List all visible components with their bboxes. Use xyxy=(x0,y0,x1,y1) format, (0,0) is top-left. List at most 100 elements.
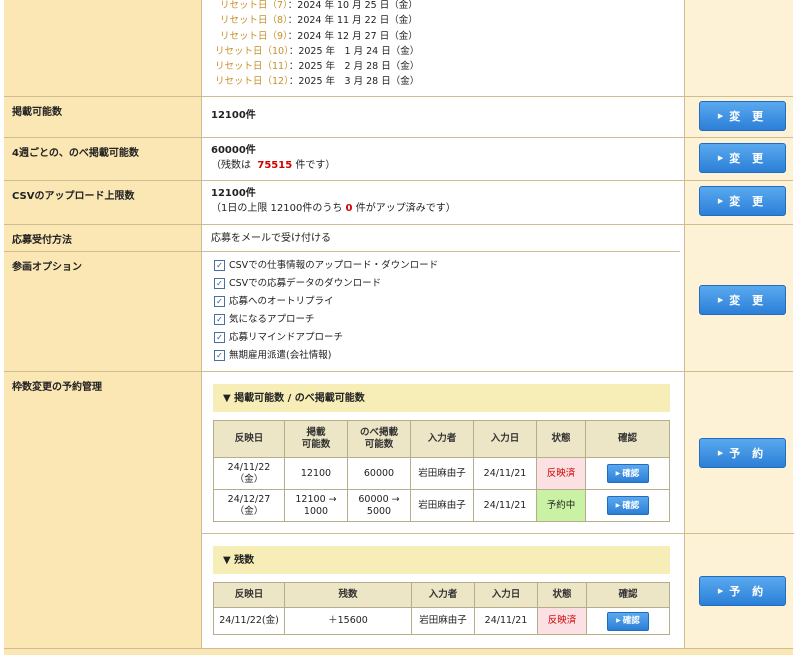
cell-user: 岩田麻由子 xyxy=(410,457,474,490)
checkbox-checked-icon: ✓ xyxy=(214,331,225,343)
col-header: 入力日 xyxy=(473,420,537,458)
divider xyxy=(685,533,794,534)
weekly-count-row: 4週ごとの、のべ掲載可能数 60000件 （残数は 75515 件です） ▶ 変 … xyxy=(4,138,793,180)
reset-dates-action-cell xyxy=(684,0,793,96)
triangle-right-icon: ▶ xyxy=(615,469,621,477)
csv-limit-value: 12100件 （1日の上限 12100件のうち 0 件がアップ済みです） xyxy=(202,181,684,224)
checkbox-checked-icon: ✓ xyxy=(214,295,225,307)
postable-reservation-table: 反映日 掲載 可能数 のべ掲載 可能数 入力者 入力日 状態 確認 24/11/… xyxy=(213,420,670,522)
reset-date-7: リセット日（7）：2024 年 10 月 25 日（金） xyxy=(220,0,418,11)
confirm-button[interactable]: ▶ 確認 xyxy=(606,464,649,483)
checkbox-checked-icon: ✓ xyxy=(214,313,225,325)
change-csv-button[interactable]: ▶ 変 更 xyxy=(699,186,786,216)
reservation-label: 枠数変更の予約管理 xyxy=(4,372,202,648)
triangle-right-icon: ▶ xyxy=(615,501,621,509)
reserve-postable-button[interactable]: ▶ 予 約 xyxy=(699,438,786,468)
col-header: 確認 xyxy=(585,420,670,458)
cell-entry-date: 24/11/21 xyxy=(473,489,537,522)
change-button-label: 変 更 xyxy=(729,195,768,208)
change-options-button[interactable]: ▶ 変 更 xyxy=(699,285,786,315)
checkbox-checked-icon: ✓ xyxy=(214,349,225,361)
change-postable-button[interactable]: ▶ 変 更 xyxy=(699,101,786,131)
col-header: 掲載 可能数 xyxy=(284,420,348,458)
divider xyxy=(202,533,684,534)
reserve-remaining-button[interactable]: ▶ 予 約 xyxy=(699,576,786,606)
option-item: ✓ 気になるアプローチ xyxy=(214,310,675,328)
col-header: のべ掲載 可能数 xyxy=(347,420,411,458)
reservation-content: ▼ 掲載可能数 / のべ掲載可能数 反映日 掲載 可能数 のべ掲載 可能数 入力… xyxy=(202,372,684,648)
cell-user: 岩田麻由子 xyxy=(411,607,475,635)
reset-date-9: リセット日（9）：2024 年 12 月 27 日（金） xyxy=(220,30,418,42)
cell-entry-date: 24/11/21 xyxy=(473,457,537,490)
postable-count-label: 掲載可能数 xyxy=(4,97,202,137)
option-item: ✓ CSVでの仕事情報のアップロード・ダウンロード xyxy=(214,256,675,274)
option-item: ✓ CSVでの応募データのダウンロード xyxy=(214,274,675,292)
cell-confirm: ▶ 確認 xyxy=(585,489,670,522)
weekly-remaining-note: （残数は 75515 件です） xyxy=(211,160,336,171)
remaining-reservation-table: 反映日 残数 入力者 入力日 状態 確認 24/11/22(金) ＋15600 … xyxy=(213,582,670,635)
cell-date: 24/12/27 （金） xyxy=(213,489,285,522)
weekly-remaining-number: 75515 xyxy=(257,160,293,171)
reset-date-lines: リセット日（7）：2024 年 10 月 25 日（金） リセット日（8）：20… xyxy=(215,0,419,90)
postable-count-action-cell: ▶ 変 更 xyxy=(684,97,793,137)
options-label: 参画オプション xyxy=(4,252,202,371)
cell-confirm: ▶ 確認 xyxy=(586,607,670,635)
cell-confirm: ▶ 確認 xyxy=(585,457,670,490)
reserve-button-label: 予 約 xyxy=(729,585,768,598)
cell-posts: 12100 → 1000 xyxy=(284,489,348,522)
option-item: ✓ 応募リマインドアプローチ xyxy=(214,328,675,346)
reset-date-11: リセット日（11）：2025 年 2 月 28 日（金） xyxy=(215,61,420,73)
weekly-count-number: 60000件 xyxy=(211,145,256,156)
account-settings-panel: リセット日（7）：2024 年 10 月 25 日（金） リセット日（8）：20… xyxy=(0,0,797,655)
csv-limit-number: 12100件 xyxy=(211,188,256,199)
col-header: 残数 xyxy=(284,582,412,608)
apply-method-value: 応募をメールで受け付ける xyxy=(202,225,684,251)
triangle-right-icon: ▶ xyxy=(717,587,724,595)
triangle-right-icon: ▶ xyxy=(717,154,724,162)
change-button-label: 変 更 xyxy=(729,110,768,123)
weekly-count-value: 60000件 （残数は 75515 件です） xyxy=(202,138,684,180)
col-header: 反映日 xyxy=(213,582,285,608)
table-header-row: 反映日 残数 入力者 入力日 状態 確認 xyxy=(213,582,670,608)
options-row: 参画オプション ✓ CSVでの仕事情報のアップロード・ダウンロード ✓ CSVでの応… xyxy=(4,252,793,371)
reset-date-8: リセット日（8）：2024 年 11 月 22 日（金） xyxy=(220,15,418,27)
options-list: ✓ CSVでの仕事情報のアップロード・ダウンロード ✓ CSVでの応募データのダウン… xyxy=(202,252,684,371)
checkbox-checked-icon: ✓ xyxy=(214,259,225,271)
col-header: 入力日 xyxy=(474,582,538,608)
change-button-label: 変 更 xyxy=(729,152,768,165)
next-row-stub xyxy=(4,649,793,655)
col-header: 確認 xyxy=(586,582,670,608)
options-action-cell: ▶ 変 更 xyxy=(684,225,793,371)
csv-limit-row: CSVのアップロード上限数 12100件 （1日の上限 12100件のうち 0 … xyxy=(4,181,793,224)
option-item: ✓ 応募へのオートリプライ xyxy=(214,292,675,310)
status-badge: 反映済 xyxy=(537,607,587,635)
postable-count-row: 掲載可能数 12100件 ▶ 変 更 xyxy=(4,97,793,137)
col-header: 入力者 xyxy=(411,582,475,608)
cell-total: 60000 xyxy=(347,457,411,490)
postable-count-value: 12100件 xyxy=(202,97,684,137)
confirm-button[interactable]: ▶ 確認 xyxy=(607,611,649,631)
cell-total: 60000 → 5000 xyxy=(347,489,411,522)
weekly-count-action-cell: ▶ 変 更 xyxy=(684,138,793,180)
cell-posts: 12100 xyxy=(284,457,348,490)
table-header-row: 反映日 掲載 可能数 のべ掲載 可能数 入力者 入力日 状態 確認 xyxy=(213,420,670,458)
apply-method-row: 応募受付方法 応募をメールで受け付ける xyxy=(4,225,793,251)
reset-date-12: リセット日（12）：2025 年 3 月 28 日（金） xyxy=(215,76,420,88)
reserve-button-label: 予 約 xyxy=(729,447,768,460)
csv-uploaded-note: （1日の上限 12100件のうち 0 件がアップ済みです） xyxy=(211,203,456,214)
section-postable-title: ▼ 掲載可能数 / のべ掲載可能数 xyxy=(213,384,670,412)
col-header: 状態 xyxy=(537,582,587,608)
postable-count-number: 12100件 xyxy=(211,110,256,121)
change-weekly-button[interactable]: ▶ 変 更 xyxy=(699,143,786,173)
status-badge: 反映済 xyxy=(536,457,586,490)
confirm-button[interactable]: ▶ 確認 xyxy=(606,496,649,515)
triangle-right-icon: ▶ xyxy=(717,449,724,457)
cell-date: 24/11/22 （金） xyxy=(213,457,285,490)
apply-method-label: 応募受付方法 xyxy=(4,225,202,251)
cell-remaining: ＋15600 xyxy=(284,607,412,635)
cell-date: 24/11/22(金) xyxy=(213,607,285,635)
reset-date-10: リセット日（10）：2025 年 1 月 24 日（金） xyxy=(215,45,420,57)
csv-limit-action-cell: ▶ 変 更 xyxy=(684,181,793,224)
triangle-right-icon: ▶ xyxy=(717,112,724,120)
reservation-action-cell: ▶ 予 約 ▶ 予 約 xyxy=(684,372,794,648)
